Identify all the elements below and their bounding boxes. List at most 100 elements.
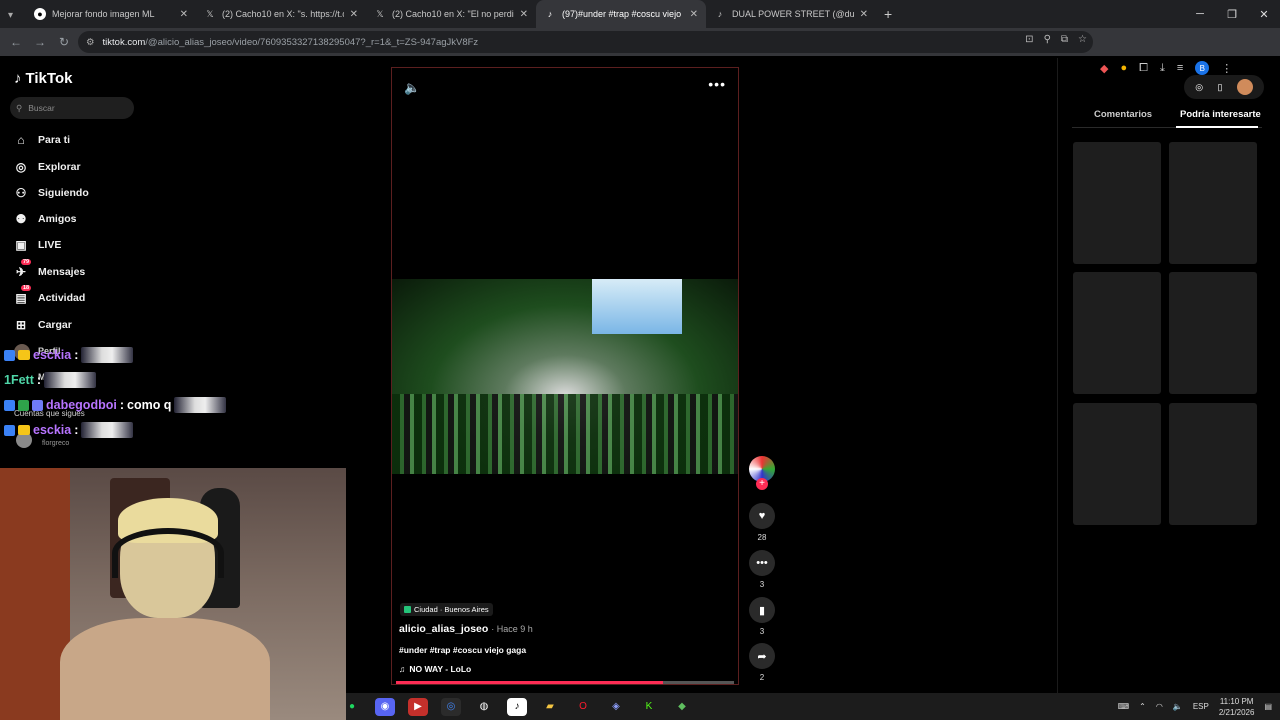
nav-item-explorar[interactable]: ◎ Explorar	[14, 160, 81, 174]
chat-separator: :	[36, 373, 42, 387]
speaker-icon[interactable]: 🔈	[1173, 702, 1183, 711]
nav-label: Cargar	[38, 319, 72, 331]
video-progress-bar[interactable]	[396, 681, 734, 684]
menu-icon[interactable]: ⋮	[1221, 62, 1232, 75]
app-icon[interactable]: ◈	[606, 698, 626, 716]
chat-message: esckia :	[4, 422, 134, 438]
video-player[interactable]: 🔈 ••• Ciudad · Buenos Aires alicio_alias…	[391, 67, 739, 685]
location-tag[interactable]: Ciudad · Buenos Aires	[400, 603, 493, 616]
video-content[interactable]	[392, 279, 738, 474]
minimize-icon[interactable]: ─	[1184, 0, 1216, 28]
more-options-icon[interactable]: •••	[708, 76, 726, 92]
browser-tab-active[interactable]: ♪ (97)#under #trap #coscu viejo g ✕	[536, 0, 706, 28]
bookmark-star-icon[interactable]: ☆	[1078, 34, 1087, 45]
browser-tab[interactable]: 𝕏 (2) Cacho10 en X: "s. https://t.c ✕	[196, 0, 366, 28]
save-button[interactable]: ▮ 3	[749, 597, 775, 636]
folder-icon[interactable]: ▰	[540, 698, 560, 716]
nav-item-actividad[interactable]: ▤ 18 Actividad	[14, 285, 85, 305]
chevron-up-icon[interactable]: ⌃	[1139, 702, 1146, 711]
extension-icon[interactable]: ●	[1120, 62, 1127, 74]
extension-bar: ◆ ● ⧠ ⤓ ≡ B ⋮	[1100, 61, 1232, 75]
browser-tab[interactable]: 𝕏 (2) Cacho10 en X: "El no perdió ✕	[366, 0, 536, 28]
tab-list-icon[interactable]: ≡	[1177, 62, 1183, 74]
close-icon[interactable]: ✕	[860, 9, 868, 20]
tab-comments[interactable]: Comentarios	[1094, 109, 1152, 120]
new-tab-button[interactable]: +	[876, 6, 900, 22]
puzzle-icon[interactable]: ⧠	[1139, 62, 1148, 75]
like-button[interactable]: ♥ 28	[749, 503, 775, 542]
comment-button[interactable]: ••• 3	[749, 550, 775, 589]
search-input[interactable]: ⚲ Buscar	[10, 97, 134, 119]
cast-icon[interactable]: ⧉	[1061, 34, 1068, 45]
tiktok-app-icon[interactable]: ♪	[507, 697, 527, 716]
wifi-icon[interactable]: ◠	[1156, 702, 1163, 711]
reload-icon[interactable]: ↻	[52, 35, 76, 49]
site-info-icon[interactable]: ⚙	[86, 37, 95, 48]
video-thumbnail[interactable]	[1073, 142, 1161, 264]
opera-icon[interactable]: O	[573, 698, 593, 716]
browser-tab[interactable]: ● Mejorar fondo imagen ML ✕	[26, 0, 196, 28]
extension-icon[interactable]: ◆	[1100, 62, 1108, 75]
volume-icon[interactable]: 🔈	[404, 80, 420, 96]
nav-item-live[interactable]: ▣ LIVE	[14, 238, 61, 252]
video-progress-fill	[396, 681, 664, 684]
tiktok-logo[interactable]: ♪ TikTok	[14, 70, 72, 87]
url-input[interactable]: ⚙ tiktok.com/@alicio_alias_joseo/video/7…	[78, 31, 1093, 53]
close-icon[interactable]: ✕	[520, 9, 528, 20]
minecraft-icon[interactable]: ◆	[672, 698, 692, 716]
close-icon[interactable]: ✕	[690, 9, 698, 20]
chrome-icon[interactable]: ◎	[441, 697, 461, 716]
follow-plus-icon[interactable]: +	[756, 478, 768, 490]
nav-item-amigos[interactable]: ⚉ Amigos	[14, 212, 77, 226]
video-thumbnail[interactable]	[1169, 403, 1257, 525]
nav-label: Siguiendo	[38, 187, 89, 199]
nav-item-siguiendo[interactable]: ⚇ Siguiendo	[14, 186, 89, 200]
avatar[interactable]	[1236, 79, 1253, 95]
tab-search-button[interactable]: ▾	[0, 5, 26, 23]
video-thumbnail[interactable]	[1169, 142, 1257, 264]
coin-icon[interactable]: ◎	[1195, 82, 1203, 93]
profile-avatar[interactable]: B	[1195, 61, 1210, 75]
taskbar: ● ◉ ▶ ◎ ◍ ♪ ▰ O ◈ K ◆ ⌨ ⌃ ◠ 🔈 ESP 11:10 …	[346, 693, 1280, 720]
discord-icon[interactable]: ◉	[375, 697, 395, 716]
maximize-icon[interactable]: ❐	[1216, 0, 1248, 28]
back-icon[interactable]: ←	[4, 35, 28, 49]
translate-icon[interactable]: ⊡	[1025, 34, 1033, 45]
close-window-icon[interactable]: ✕	[1248, 0, 1280, 28]
window-controls: ─ ❐ ✕	[1184, 0, 1280, 28]
notification-icon[interactable]: ▤	[1264, 702, 1272, 711]
zoom-icon[interactable]: ⚲	[1044, 34, 1051, 45]
following-account-name[interactable]: florgreco	[42, 440, 69, 447]
language-indicator[interactable]: ESP	[1193, 702, 1209, 711]
video-app-icon[interactable]: ▶	[408, 697, 428, 716]
close-icon[interactable]: ✕	[350, 9, 358, 20]
tab-interest[interactable]: Podría interesarte	[1180, 109, 1261, 120]
author-line: alicio_alias_joseo · Hace 9 h	[399, 623, 533, 635]
browser-tab[interactable]: ♪ DUAL POWER STREET (@dualp ✕	[706, 0, 876, 28]
headset-icon	[112, 528, 224, 578]
obs-icon[interactable]: ◍	[474, 698, 494, 716]
comment-count: 3	[759, 580, 765, 589]
download-icon[interactable]: ⤓	[1160, 62, 1165, 75]
tiktok-icon: ♪	[547, 9, 553, 19]
kick-icon[interactable]: K	[639, 698, 659, 716]
nav-item-cargar[interactable]: ⊞ Cargar	[14, 318, 72, 332]
device-icon[interactable]: ▯	[1217, 82, 1222, 93]
close-icon[interactable]: ✕	[180, 9, 188, 20]
nav-item-mensajes[interactable]: ✈ 79 Mensajes	[14, 259, 85, 279]
nav-label: Para ti	[38, 134, 71, 146]
forward-icon[interactable]: →	[28, 35, 52, 49]
webcam-overlay	[0, 468, 346, 720]
music-line[interactable]: ♫ NO WAY - LoLo	[399, 664, 471, 674]
clock[interactable]: 11:10 PM 2/21/2026	[1219, 696, 1255, 718]
video-thumbnail[interactable]	[1073, 403, 1161, 525]
video-thumbnail[interactable]	[1169, 272, 1257, 394]
spotify-icon[interactable]: ●	[342, 698, 362, 716]
author-name[interactable]: alicio_alias_joseo	[399, 623, 488, 635]
video-thumbnail[interactable]	[1073, 272, 1161, 394]
video-caption[interactable]: #under #trap #coscu viejo gaga	[399, 645, 526, 655]
share-button[interactable]: ➦ 2	[749, 643, 775, 682]
music-title: NO WAY - LoLo	[409, 664, 472, 674]
nav-item-para-ti[interactable]: ⌂ Para ti	[14, 133, 70, 147]
keyboard-icon[interactable]: ⌨	[1118, 702, 1130, 711]
